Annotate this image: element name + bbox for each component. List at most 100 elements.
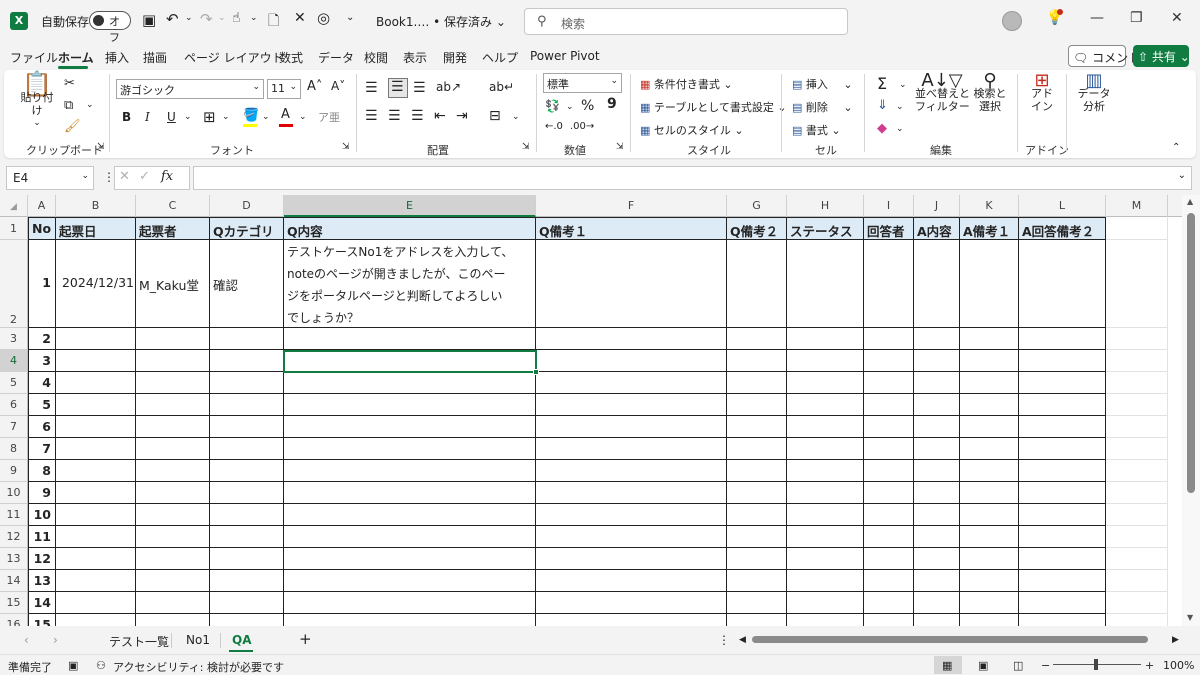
- percent-button[interactable]: %: [581, 98, 594, 114]
- name-box[interactable]: E4 ⌄: [6, 166, 94, 190]
- table-cell[interactable]: [787, 350, 864, 372]
- align-left-icon[interactable]: ☰: [365, 108, 378, 124]
- table-cell[interactable]: [787, 460, 864, 482]
- header-cell-anote2[interactable]: A回答備考２: [1019, 217, 1106, 240]
- table-cell[interactable]: [914, 548, 960, 570]
- borders-icon[interactable]: ⊞: [203, 108, 216, 126]
- table-cell[interactable]: [960, 504, 1019, 526]
- empty-cell[interactable]: [1106, 460, 1168, 482]
- table-cell[interactable]: [56, 482, 136, 504]
- undo-dropdown-icon[interactable]: ⌄: [185, 13, 193, 23]
- table-cell[interactable]: [536, 592, 727, 614]
- grow-font-icon[interactable]: A˄: [307, 79, 322, 94]
- row-header-14[interactable]: 14: [0, 570, 28, 592]
- row-header-1[interactable]: 1: [0, 217, 28, 240]
- vertical-scrollbar[interactable]: ▲ ▼: [1182, 195, 1200, 626]
- touch-mode-icon[interactable]: ☝: [232, 10, 241, 26]
- cut-icon[interactable]: ✂: [64, 76, 75, 91]
- table-cell[interactable]: [136, 350, 210, 372]
- column-header-k[interactable]: K: [960, 195, 1019, 217]
- table-cell[interactable]: [536, 438, 727, 460]
- table-cell[interactable]: [914, 416, 960, 438]
- cell-no[interactable]: 14: [28, 592, 56, 614]
- table-cell[interactable]: [787, 526, 864, 548]
- table-cell[interactable]: [960, 570, 1019, 592]
- table-cell[interactable]: [210, 394, 284, 416]
- orientation-icon[interactable]: ab↗: [436, 80, 461, 94]
- table-cell[interactable]: [864, 438, 914, 460]
- font-color-icon[interactable]: A: [281, 107, 290, 122]
- column-header-i[interactable]: I: [864, 195, 914, 217]
- column-header-e[interactable]: E: [284, 195, 536, 217]
- row-header-15[interactable]: 15: [0, 592, 28, 614]
- table-cell[interactable]: [960, 592, 1019, 614]
- zoom-out-icon[interactable]: −: [1041, 659, 1050, 672]
- table-cell[interactable]: [864, 460, 914, 482]
- table-cell[interactable]: [136, 328, 210, 350]
- cell-no[interactable]: 12: [28, 548, 56, 570]
- font-launcher-icon[interactable]: ⇲: [342, 142, 350, 152]
- fill-color-icon[interactable]: 🪣: [243, 108, 259, 123]
- decrease-decimal-icon[interactable]: .00→: [570, 121, 594, 132]
- table-cell[interactable]: [1019, 394, 1106, 416]
- number-launcher-icon[interactable]: ⇲: [616, 142, 624, 152]
- table-cell[interactable]: [56, 592, 136, 614]
- column-header-h[interactable]: H: [787, 195, 864, 217]
- tab-insert[interactable]: 挿入: [105, 49, 129, 66]
- cell-author-1[interactable]: M_Kaku堂: [136, 240, 210, 328]
- collapse-ribbon-icon[interactable]: ⌃: [1172, 142, 1180, 153]
- table-cell[interactable]: [787, 394, 864, 416]
- table-cell[interactable]: [727, 350, 787, 372]
- table-cell[interactable]: [536, 548, 727, 570]
- table-cell[interactable]: [914, 460, 960, 482]
- table-cell[interactable]: [210, 350, 284, 372]
- align-top-icon[interactable]: ☰: [365, 80, 378, 96]
- tab-developer[interactable]: 開発: [443, 49, 467, 66]
- table-cell[interactable]: [210, 548, 284, 570]
- empty-cell[interactable]: [1106, 350, 1168, 372]
- table-cell[interactable]: [787, 548, 864, 570]
- table-cell[interactable]: [787, 592, 864, 614]
- conditional-formatting-button[interactable]: ▦ 条件付き書式 ⌄: [640, 76, 733, 92]
- table-cell[interactable]: [136, 504, 210, 526]
- table-cell[interactable]: [536, 350, 727, 372]
- table-cell[interactable]: [787, 372, 864, 394]
- table-cell[interactable]: [536, 328, 727, 350]
- empty-cell[interactable]: [1106, 526, 1168, 548]
- table-cell[interactable]: [210, 328, 284, 350]
- autosum-dropdown-icon[interactable]: ⌄: [899, 80, 907, 90]
- table-cell[interactable]: [56, 526, 136, 548]
- scroll-right-icon[interactable]: ▶: [1172, 635, 1179, 645]
- record-icon[interactable]: ◎: [317, 9, 330, 27]
- cell-no[interactable]: 5: [28, 394, 56, 416]
- align-right-icon[interactable]: ☰: [411, 108, 424, 124]
- tab-view[interactable]: 表示: [403, 49, 427, 66]
- table-cell[interactable]: [210, 438, 284, 460]
- empty-cell[interactable]: [1106, 482, 1168, 504]
- prev-sheet-icon[interactable]: ‹: [24, 633, 29, 647]
- table-cell[interactable]: [210, 416, 284, 438]
- table-cell[interactable]: [1019, 328, 1106, 350]
- clear-icon[interactable]: ✕: [294, 10, 306, 26]
- row-header-3[interactable]: 3: [0, 328, 28, 350]
- cell-no[interactable]: 7: [28, 438, 56, 460]
- table-cell[interactable]: [727, 438, 787, 460]
- table-cell[interactable]: [284, 548, 536, 570]
- insert-cells-button[interactable]: ▤ 挿入 ⌄: [792, 76, 853, 92]
- accessibility-status[interactable]: アクセシビリティ: 検討が必要です: [113, 659, 284, 675]
- table-cell[interactable]: [56, 614, 136, 626]
- column-header-c[interactable]: C: [136, 195, 210, 217]
- table-cell[interactable]: [536, 416, 727, 438]
- empty-cell[interactable]: [1106, 240, 1168, 328]
- header-cell-no[interactable]: No: [28, 217, 56, 240]
- table-cell[interactable]: [284, 372, 536, 394]
- empty-cell[interactable]: [1106, 217, 1168, 240]
- table-cell[interactable]: [284, 570, 536, 592]
- table-cell[interactable]: [960, 438, 1019, 460]
- table-cell[interactable]: [914, 438, 960, 460]
- table-cell[interactable]: [787, 328, 864, 350]
- table-cell[interactable]: [56, 416, 136, 438]
- header-cell-author[interactable]: 起票者: [136, 217, 210, 240]
- table-cell[interactable]: [284, 526, 536, 548]
- empty-cell[interactable]: [1106, 328, 1168, 350]
